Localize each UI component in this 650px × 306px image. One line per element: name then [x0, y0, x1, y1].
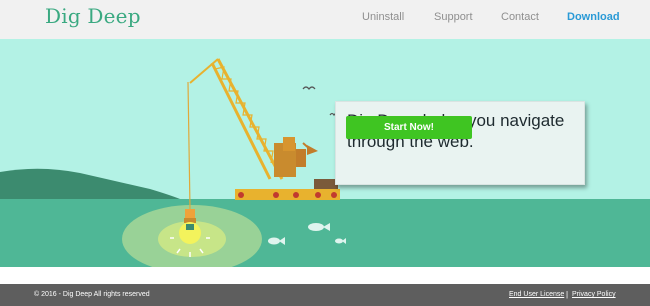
hill: [0, 168, 180, 199]
privacy-policy-link[interactable]: Privacy Policy: [572, 291, 616, 298]
crane: [187, 58, 284, 210]
footer-separator: |: [566, 290, 569, 299]
logo[interactable]: Dig Deep: [45, 4, 141, 28]
barge: [235, 189, 340, 200]
nav-download[interactable]: Download: [567, 11, 620, 23]
footer: © 2016 - Dig Deep All rights reserved En…: [0, 284, 650, 306]
copyright-text: © 2016 - Dig Deep All rights reserved: [34, 291, 150, 298]
hero-banner: Dig Deep helps you navigate through the …: [0, 39, 650, 267]
nav-support[interactable]: Support: [434, 11, 473, 23]
water: [0, 199, 650, 267]
start-now-button[interactable]: Start Now!: [346, 116, 472, 139]
callout-card: Dig Deep helps you navigate through the …: [335, 101, 585, 185]
end-user-license-link[interactable]: End User License: [509, 291, 564, 298]
nav-contact[interactable]: Contact: [501, 11, 539, 23]
header: Dig Deep Uninstall Support Contact Downl…: [0, 0, 650, 39]
nav-uninstall[interactable]: Uninstall: [362, 11, 404, 23]
